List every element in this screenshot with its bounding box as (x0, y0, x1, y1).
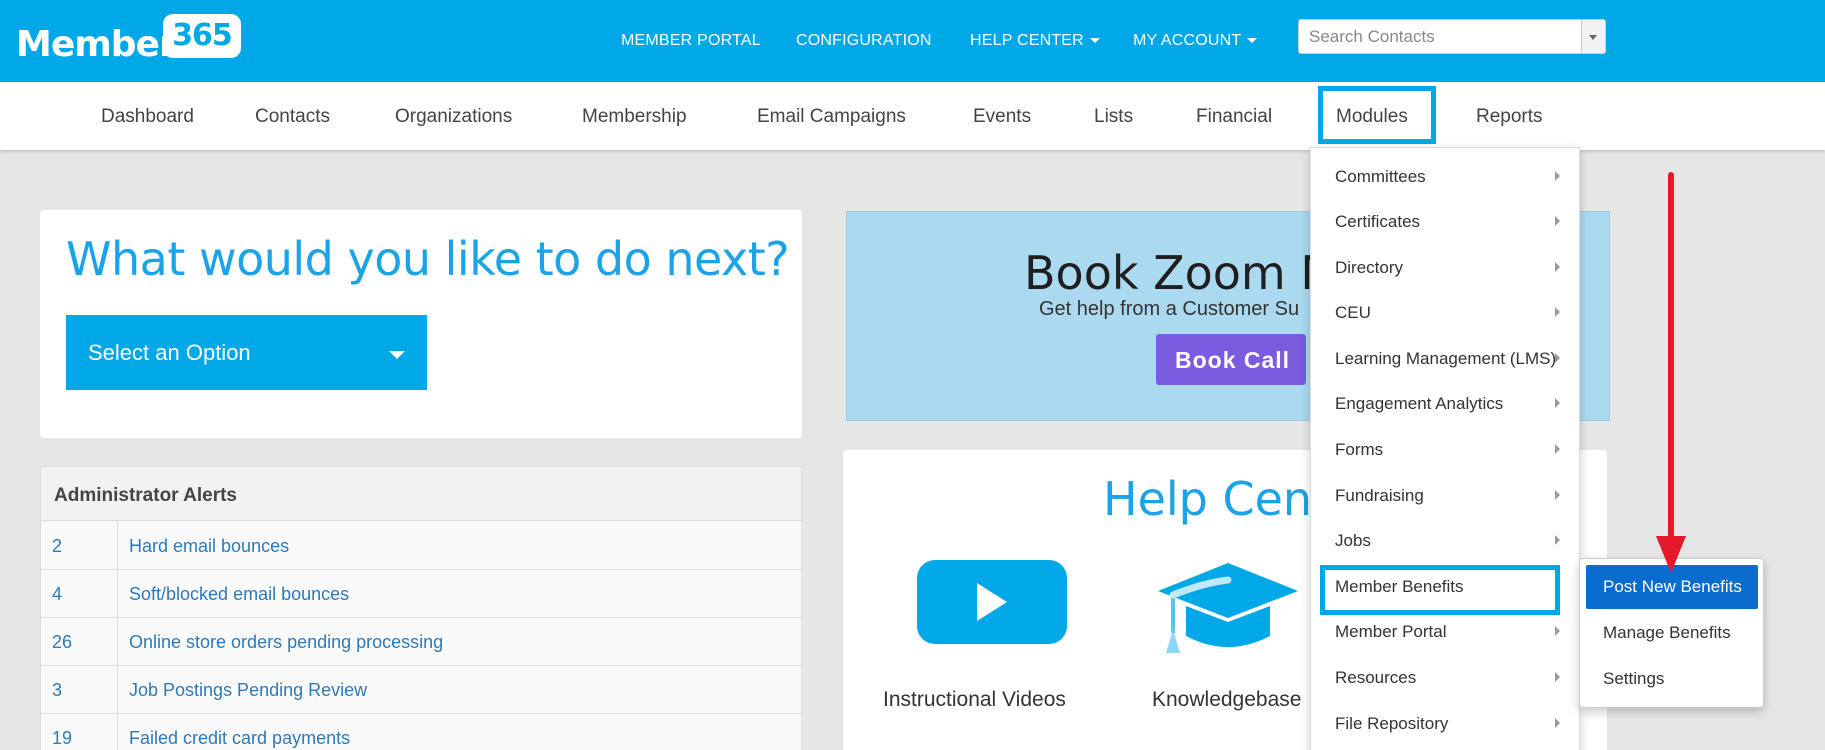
youtube-play-icon[interactable] (917, 560, 1067, 644)
table-row: 26 Online store orders pending processin… (41, 618, 801, 666)
menu-item-forms[interactable]: Forms (1311, 427, 1579, 472)
alert-count[interactable]: 26 (52, 632, 72, 653)
nav-lists[interactable]: Lists (1094, 106, 1133, 128)
chevron-right-icon (1555, 490, 1560, 500)
knowledgebase-label[interactable]: Knowledgebase (1152, 688, 1301, 712)
menu-item-fundraising[interactable]: Fundraising (1311, 473, 1579, 518)
chevron-right-icon (1555, 262, 1560, 272)
top-nav-help-center[interactable]: HELP CENTER (970, 32, 1100, 50)
select-option-label: Select an Option (88, 340, 251, 365)
menu-item-jobs[interactable]: Jobs (1311, 518, 1579, 563)
modules-dropdown-menu: Committees Certificates Directory CEU Le… (1310, 147, 1580, 750)
menu-item-file-repository[interactable]: File Repository (1311, 701, 1579, 746)
nav-financial[interactable]: Financial (1196, 106, 1272, 128)
alerts-header: Administrator Alerts (41, 467, 801, 521)
top-nav-configuration[interactable]: CONFIGURATION (796, 32, 932, 50)
alert-count[interactable]: 19 (52, 728, 72, 749)
search-dropdown-button[interactable] (1581, 20, 1605, 53)
search-contacts-input[interactable] (1309, 26, 1569, 48)
chevron-right-icon (1555, 353, 1560, 363)
menu-item-ceu[interactable]: CEU (1311, 290, 1579, 335)
submenu-manage-benefits[interactable]: Manage Benefits (1586, 611, 1758, 655)
chevron-right-icon (1555, 307, 1560, 317)
menu-item-committees[interactable]: Committees (1311, 154, 1579, 199)
top-bar: Member 365 MEMBER PORTAL CONFIGURATION H… (0, 0, 1825, 82)
chevron-right-icon (1555, 398, 1560, 408)
chevron-right-icon (1555, 216, 1560, 226)
nav-modules[interactable]: Modules (1336, 106, 1408, 128)
chevron-right-icon (1555, 444, 1560, 454)
top-nav-member-portal[interactable]: MEMBER PORTAL (621, 32, 761, 50)
alert-link[interactable]: Failed credit card payments (129, 728, 350, 749)
next-action-card: What would you like to do next? Select a… (40, 210, 802, 438)
menu-item-member-portal[interactable]: Member Portal (1311, 609, 1579, 654)
top-nav-my-account[interactable]: MY ACCOUNT (1133, 32, 1258, 50)
next-action-title: What would you like to do next? (66, 232, 790, 286)
menu-item-member-benefits[interactable]: Member Benefits (1311, 564, 1579, 609)
nav-email-campaigns[interactable]: Email Campaigns (757, 106, 906, 128)
alert-link[interactable]: Soft/blocked email bounces (129, 584, 349, 605)
chevron-right-icon (1555, 626, 1560, 636)
menu-item-directory[interactable]: Directory (1311, 245, 1579, 290)
table-row: 19 Failed credit card payments (41, 714, 801, 750)
member-benefits-submenu: Post New Benefits Manage Benefits Settin… (1579, 558, 1764, 708)
graduation-cap-icon[interactable] (1153, 558, 1303, 658)
caret-down-icon (389, 351, 405, 359)
menu-item-resources[interactable]: Resources (1311, 655, 1579, 700)
main-nav: Dashboard Contacts Organizations Members… (0, 82, 1825, 150)
chevron-right-icon (1555, 672, 1560, 682)
alert-link[interactable]: Job Postings Pending Review (129, 680, 367, 701)
menu-item-certificates[interactable]: Certificates (1311, 199, 1579, 244)
alert-link[interactable]: Online store orders pending processing (129, 632, 443, 653)
chevron-down-icon (1089, 38, 1100, 44)
table-row: 3 Job Postings Pending Review (41, 666, 801, 714)
search-contacts-box (1298, 19, 1606, 54)
chevron-down-icon (1247, 38, 1258, 44)
nav-reports[interactable]: Reports (1476, 106, 1543, 128)
zoom-card-subtitle: Get help from a Customer Su (1039, 298, 1300, 320)
menu-item-engagement-analytics[interactable]: Engagement Analytics (1311, 381, 1579, 426)
zoom-card-title: Book Zoom M (1024, 246, 1341, 300)
menu-item-lms[interactable]: Learning Management (LMS) (1311, 336, 1579, 381)
chevron-right-icon (1555, 171, 1560, 181)
administrator-alerts: Administrator Alerts 2 Hard email bounce… (40, 466, 802, 750)
table-row: 2 Hard email bounces (41, 522, 801, 570)
logo-text: Member (16, 24, 177, 65)
alert-link[interactable]: Hard email bounces (129, 536, 289, 557)
nav-events[interactable]: Events (973, 106, 1031, 128)
annotation-arrow-shaft (1668, 172, 1674, 538)
chevron-down-icon (1589, 35, 1597, 40)
select-option-dropdown[interactable]: Select an Option (66, 315, 427, 390)
instructional-videos-label[interactable]: Instructional Videos (883, 688, 1066, 712)
nav-dashboard[interactable]: Dashboard (101, 106, 194, 128)
table-row: 4 Soft/blocked email bounces (41, 570, 801, 618)
annotation-arrow-head (1656, 536, 1686, 573)
logo-badge: 365 (163, 14, 241, 58)
alert-count[interactable]: 4 (52, 584, 62, 605)
alert-count[interactable]: 2 (52, 536, 62, 557)
nav-membership[interactable]: Membership (582, 106, 687, 128)
nav-contacts[interactable]: Contacts (255, 106, 330, 128)
chevron-right-icon (1555, 535, 1560, 545)
submenu-settings[interactable]: Settings (1586, 657, 1758, 701)
chevron-right-icon (1555, 718, 1560, 728)
book-call-button[interactable]: Book Call (1156, 334, 1306, 385)
nav-organizations[interactable]: Organizations (395, 106, 512, 128)
alert-count[interactable]: 3 (52, 680, 62, 701)
